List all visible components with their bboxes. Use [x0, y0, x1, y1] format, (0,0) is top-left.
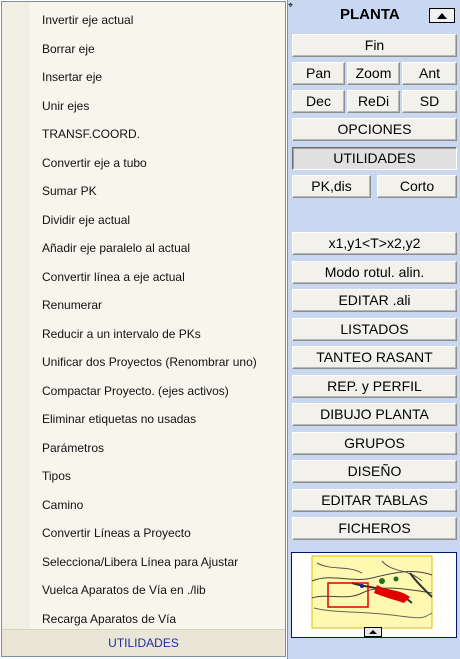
- sd-button[interactable]: SD: [402, 90, 457, 113]
- tanteo-rasant-button[interactable]: TANTEO RASANT: [292, 346, 457, 369]
- menu-item-tipos[interactable]: Tipos: [2, 462, 285, 491]
- menu-item-convertir-lineas-proyecto[interactable]: Convertir Líneas a Proyecto: [2, 519, 285, 548]
- menu-item-eliminar-etiquetas[interactable]: Eliminar etiquetas no usadas: [2, 405, 285, 434]
- menu-item-anadir-eje-paralelo[interactable]: Añadir eje paralelo al actual: [2, 234, 285, 263]
- triangle-up-icon: [437, 12, 447, 19]
- modo-rotul-alin-button[interactable]: Modo rotul. alin.: [292, 261, 457, 284]
- corto-button[interactable]: Corto: [377, 175, 457, 198]
- menu-item-transf-coord[interactable]: TRANSF.COORD.: [2, 120, 285, 149]
- pin-icon[interactable]: ⌖: [288, 1, 295, 10]
- menu-item-camino[interactable]: Camino: [2, 491, 285, 520]
- collapse-panel-button[interactable]: [429, 8, 455, 23]
- utilidades-menu: Invertir eje actual Borrar eje Insertar …: [1, 1, 286, 657]
- zoom-button[interactable]: Zoom: [347, 62, 400, 85]
- menu-item-borrar-eje[interactable]: Borrar eje: [2, 35, 285, 64]
- map-thumbnail: [311, 555, 433, 629]
- redi-button[interactable]: ReDi: [347, 90, 400, 113]
- menu-item-list: Invertir eje actual Borrar eje Insertar …: [2, 6, 285, 633]
- menu-footer-title: UTILIDADES: [2, 629, 285, 656]
- diseno-button[interactable]: DISEÑO: [292, 460, 457, 483]
- ant-button[interactable]: Ant: [402, 62, 457, 85]
- menu-item-dividir-eje[interactable]: Dividir eje actual: [2, 206, 285, 235]
- pan-button[interactable]: Pan: [292, 62, 345, 85]
- panel-title: PLANTA: [340, 6, 400, 23]
- menu-item-invertir-eje[interactable]: Invertir eje actual: [2, 6, 285, 35]
- menu-item-renumerar[interactable]: Renumerar: [2, 291, 285, 320]
- planta-panel: ⌖ PLANTA Fin Pan Zoom Ant Dec ReDi SD OP…: [287, 0, 460, 659]
- opciones-button[interactable]: OPCIONES: [292, 118, 457, 141]
- menu-item-reducir-intervalo[interactable]: Reducir a un intervalo de PKs: [2, 320, 285, 349]
- pk-dis-button[interactable]: PK,dis: [292, 175, 371, 198]
- menu-item-compactar-proyecto[interactable]: Compactar Proyecto. (ejes activos): [2, 377, 285, 406]
- editar-tablas-button[interactable]: EDITAR TABLAS: [292, 489, 457, 512]
- ficheros-button[interactable]: FICHEROS: [292, 517, 457, 540]
- grupos-button[interactable]: GRUPOS: [292, 432, 457, 455]
- menu-item-selecciona-libera-linea[interactable]: Selecciona/Libera Línea para Ajustar: [2, 548, 285, 577]
- fin-button[interactable]: Fin: [292, 34, 457, 57]
- menu-item-convertir-eje-tubo[interactable]: Convertir eje a tubo: [2, 149, 285, 178]
- expand-overview-button[interactable]: [364, 627, 382, 637]
- menu-item-insertar-eje[interactable]: Insertar eje: [2, 63, 285, 92]
- menu-item-unificar-proyectos[interactable]: Unificar dos Proyectos (Renombrar uno): [2, 348, 285, 377]
- triangle-up-icon: [369, 630, 377, 634]
- dibujo-planta-button[interactable]: DIBUJO PLANTA: [292, 403, 457, 426]
- map-overview[interactable]: [291, 552, 457, 638]
- menu-item-sumar-pk[interactable]: Sumar PK: [2, 177, 285, 206]
- menu-item-parametros[interactable]: Parámetros: [2, 434, 285, 463]
- x1y1-x2y2-button[interactable]: x1,y1<T>x2,y2: [292, 232, 457, 255]
- menu-item-unir-ejes[interactable]: Unir ejes: [2, 92, 285, 121]
- listados-button[interactable]: LISTADOS: [292, 318, 457, 341]
- rep-perfil-button[interactable]: REP. y PERFIL: [292, 375, 457, 398]
- dec-button[interactable]: Dec: [292, 90, 345, 113]
- menu-item-convertir-linea-eje[interactable]: Convertir línea a eje actual: [2, 263, 285, 292]
- editar-ali-button[interactable]: EDITAR .ali: [292, 289, 457, 312]
- utilidades-button[interactable]: UTILIDADES: [292, 147, 457, 170]
- menu-item-vuelca-aparatos[interactable]: Vuelca Aparatos de Vía en ./lib: [2, 576, 285, 605]
